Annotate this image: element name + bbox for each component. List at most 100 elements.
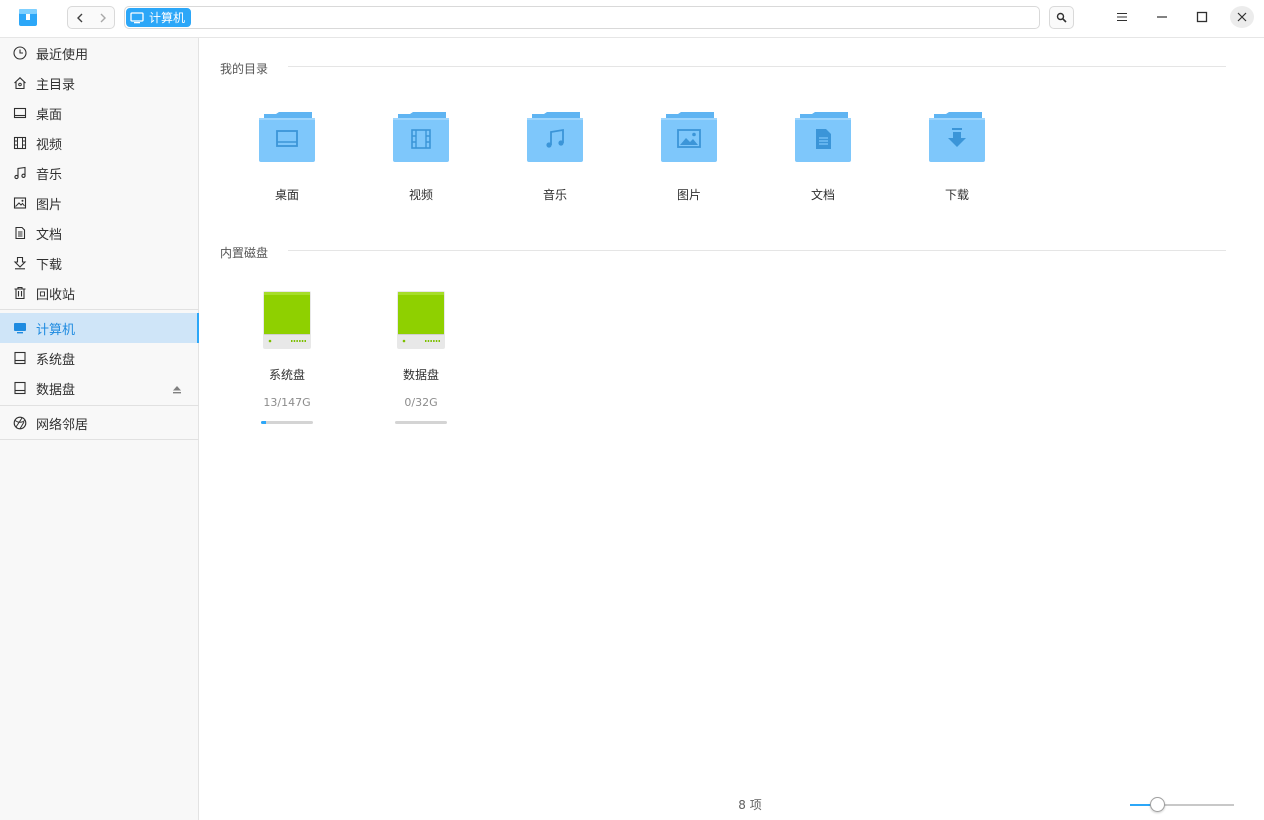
film-icon xyxy=(12,135,28,151)
folder-music[interactable]: 音乐 xyxy=(505,112,605,222)
sidebar-divider xyxy=(0,309,199,310)
folder-label: 音乐 xyxy=(542,188,567,202)
folder-label: 图片 xyxy=(676,188,701,202)
disk-usage: 0/32G xyxy=(404,396,438,409)
sidebar-item-pictures[interactable]: 图片 xyxy=(0,188,199,218)
search-icon xyxy=(1056,12,1067,23)
sidebar-item-music[interactable]: 音乐 xyxy=(0,158,199,188)
computer-icon xyxy=(12,320,28,336)
sidebar-item-label: 文档 xyxy=(36,227,63,243)
sidebar-item-label: 主目录 xyxy=(36,77,76,93)
sidebar-item-label: 图片 xyxy=(36,197,63,213)
sidebar-item-label: 数据盘 xyxy=(36,382,76,398)
network-icon xyxy=(12,415,28,431)
folder-label: 文档 xyxy=(810,188,835,202)
folder-label: 桌面 xyxy=(274,188,299,202)
sidebar: 最近使用 主目录 桌面 视频 音乐 图片 文档 下载 回收站 计算机 系统盘 数… xyxy=(0,38,199,820)
zoom-slider-track[interactable] xyxy=(1130,804,1234,806)
status-item-count: 8 项 xyxy=(738,798,762,812)
close-button[interactable] xyxy=(1230,6,1254,28)
downloads-folder-icon xyxy=(929,112,985,162)
document-icon xyxy=(12,225,28,241)
sidebar-item-data-disk[interactable]: 数据盘 xyxy=(0,373,199,403)
download-icon xyxy=(12,255,28,271)
maximize-button[interactable] xyxy=(1190,6,1214,28)
sidebar-item-label: 最近使用 xyxy=(36,47,89,63)
section-title-internal-disks: 内置磁盘 xyxy=(220,246,269,260)
sidebar-item-label: 视频 xyxy=(36,137,63,153)
breadcrumb-computer[interactable]: 计算机 xyxy=(126,8,192,27)
sidebar-item-label: 计算机 xyxy=(36,322,76,338)
image-icon xyxy=(12,195,28,211)
search-button[interactable] xyxy=(1049,6,1074,29)
sidebar-item-recent[interactable]: 最近使用 xyxy=(0,38,199,68)
home-icon xyxy=(12,75,28,91)
green-disk-icon xyxy=(397,291,445,349)
folder-downloads[interactable]: 下载 xyxy=(907,112,1007,222)
desktop-icon xyxy=(12,105,28,121)
pictures-folder-icon xyxy=(661,112,717,162)
sidebar-item-label: 音乐 xyxy=(36,167,63,183)
minimize-icon xyxy=(1157,16,1167,18)
forward-button[interactable] xyxy=(91,7,114,28)
sidebar-item-label: 桌面 xyxy=(36,107,63,123)
video-folder-icon xyxy=(393,112,449,162)
disk-icon xyxy=(12,380,28,396)
folder-label: 视频 xyxy=(408,188,433,202)
back-button[interactable] xyxy=(68,7,91,28)
folder-videos[interactable]: 视频 xyxy=(371,112,471,222)
breadcrumb-label: 计算机 xyxy=(149,11,186,25)
chevron-left-icon xyxy=(76,13,82,22)
disk-usage-bar xyxy=(395,421,447,424)
sidebar-item-downloads[interactable]: 下载 xyxy=(0,248,199,278)
documents-folder-icon xyxy=(795,112,851,162)
file-manager-logo xyxy=(17,6,39,28)
disk-system[interactable]: 系统盘 13/147G xyxy=(237,290,337,440)
close-icon xyxy=(1237,12,1247,22)
zoom-slider-handle[interactable] xyxy=(1150,797,1166,812)
folder-pictures[interactable]: 图片 xyxy=(639,112,739,222)
maximize-icon xyxy=(1196,11,1208,23)
disk-usage: 13/147G xyxy=(263,396,311,409)
eject-icon[interactable] xyxy=(172,383,182,398)
sidebar-item-label: 下载 xyxy=(36,257,63,273)
title-bar: 计算机 xyxy=(0,0,1264,38)
clock-icon xyxy=(12,45,28,61)
sidebar-item-videos[interactable]: 视频 xyxy=(0,128,199,158)
navigation-buttons xyxy=(67,6,115,29)
sidebar-divider xyxy=(0,405,199,406)
section-title-my-directories: 我的目录 xyxy=(220,62,269,76)
sidebar-item-network[interactable]: 网络邻居 xyxy=(0,408,199,438)
disk-data[interactable]: 数据盘 0/32G xyxy=(371,290,471,440)
sidebar-item-label: 系统盘 xyxy=(36,352,76,368)
sidebar-divider xyxy=(0,439,199,440)
desktop-folder-icon xyxy=(259,112,315,162)
section-divider xyxy=(288,66,1226,67)
main-content: 我的目录 桌面 视频 音乐 图片 文档 下载 内置磁盘 系统盘 13/147G … xyxy=(200,38,1264,820)
folder-documents[interactable]: 文档 xyxy=(773,112,873,222)
disk-usage-fill xyxy=(261,421,266,424)
sidebar-item-system-disk[interactable]: 系统盘 xyxy=(0,343,199,373)
sidebar-item-documents[interactable]: 文档 xyxy=(0,218,199,248)
disk-usage-bar xyxy=(261,421,313,424)
folder-label: 下载 xyxy=(944,188,969,202)
green-disk-icon xyxy=(263,291,311,349)
sidebar-item-computer[interactable]: 计算机 xyxy=(0,313,199,343)
music-icon xyxy=(12,165,28,181)
folder-desktop[interactable]: 桌面 xyxy=(237,112,337,222)
minimize-button[interactable] xyxy=(1150,6,1174,28)
disk-icon xyxy=(12,350,28,366)
sidebar-item-home[interactable]: 主目录 xyxy=(0,68,199,98)
computer-icon xyxy=(130,11,144,23)
trash-icon xyxy=(12,285,28,301)
menu-button[interactable] xyxy=(1110,6,1134,28)
sidebar-item-label: 回收站 xyxy=(36,287,76,303)
sidebar-item-trash[interactable]: 回收站 xyxy=(0,278,199,308)
address-bar[interactable]: 计算机 xyxy=(124,6,1040,29)
chevron-right-icon xyxy=(100,13,106,22)
disk-label: 系统盘 xyxy=(268,368,305,382)
sidebar-item-label: 网络邻居 xyxy=(36,417,89,433)
music-folder-icon xyxy=(527,112,583,162)
sidebar-item-desktop[interactable]: 桌面 xyxy=(0,98,199,128)
section-divider xyxy=(288,250,1226,251)
